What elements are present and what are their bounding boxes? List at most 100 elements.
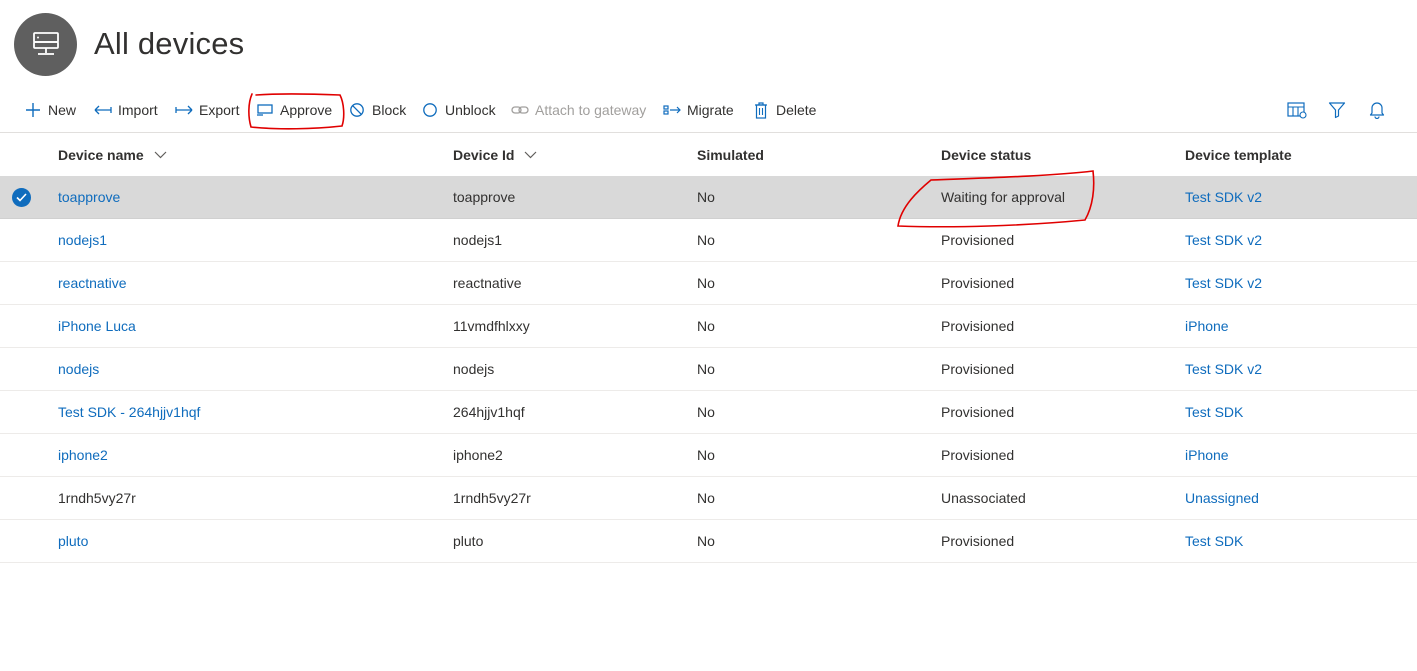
simulated-value: No xyxy=(697,318,715,334)
column-header-label: Device name xyxy=(58,146,144,163)
device-status: Waiting for approval xyxy=(941,189,1065,205)
approve-label: Approve xyxy=(280,102,333,118)
delete-button[interactable]: Delete xyxy=(752,92,816,128)
column-header-label: Simulated xyxy=(697,146,764,163)
filter-icon[interactable] xyxy=(1325,92,1349,128)
device-name-link[interactable]: pluto xyxy=(58,520,88,562)
delete-label: Delete xyxy=(776,102,817,118)
unblock-label: Unblock xyxy=(445,102,496,118)
device-name-link[interactable]: iphone2 xyxy=(58,434,108,476)
attach-to-gateway-button[interactable]: Attach to gateway xyxy=(511,92,646,128)
link-icon xyxy=(511,101,529,119)
column-header-device-id[interactable]: Device Id xyxy=(453,133,537,176)
attach-to-gateway-label: Attach to gateway xyxy=(535,102,647,118)
simulated-value: No xyxy=(697,361,715,377)
device-template-link[interactable]: Test SDK xyxy=(1185,520,1243,562)
device-id: nodejs xyxy=(453,361,495,377)
approve-button[interactable]: Approve xyxy=(256,92,332,128)
device-id: 264hjjv1hqf xyxy=(453,404,525,420)
import-button[interactable]: Import xyxy=(94,92,158,128)
device-name-link[interactable]: nodejs1 xyxy=(58,219,107,261)
device-status: Unassociated xyxy=(941,490,1026,506)
table-row[interactable]: nodejs1 nodejs1 No Provisioned Test SDK … xyxy=(0,219,1417,262)
import-label: Import xyxy=(118,102,158,118)
device-template-link[interactable]: Test SDK xyxy=(1185,391,1243,433)
approve-device-icon xyxy=(256,101,274,119)
device-name-link[interactable]: Test SDK - 264hjjv1hqf xyxy=(58,391,200,433)
migrate-button[interactable]: Migrate xyxy=(663,92,734,128)
device-template-link[interactable]: Test SDK v2 xyxy=(1185,262,1262,304)
bell-icon[interactable] xyxy=(1365,92,1389,128)
device-template-link[interactable]: iPhone xyxy=(1185,434,1229,476)
simulated-value: No xyxy=(697,490,715,506)
unblock-button[interactable]: Unblock xyxy=(421,92,496,128)
block-button[interactable]: Block xyxy=(348,92,406,128)
column-header-device-template[interactable]: Device template xyxy=(1185,133,1292,176)
column-header-label: Device template xyxy=(1185,146,1292,163)
device-id: iphone2 xyxy=(453,447,503,463)
column-header-label: Device status xyxy=(941,146,1032,163)
unblock-icon xyxy=(421,101,439,119)
column-header-device-name[interactable]: Device name xyxy=(58,133,167,176)
column-header-simulated[interactable]: Simulated xyxy=(697,133,764,176)
import-icon xyxy=(94,101,112,119)
table-row[interactable]: 1rndh5vy27r 1rndh5vy27r No Unassociated … xyxy=(0,477,1417,520)
command-bar: New Import Export Approve Block Unblock xyxy=(0,92,1417,128)
device-template-link[interactable]: Test SDK v2 xyxy=(1185,219,1262,261)
plus-icon xyxy=(24,101,42,119)
table-header: Device name Device Id Simulated Device s… xyxy=(0,133,1417,176)
device-name-link[interactable]: reactnative xyxy=(58,262,126,304)
migrate-icon xyxy=(663,101,681,119)
simulated-value: No xyxy=(697,189,715,205)
device-name-link[interactable]: iPhone Luca xyxy=(58,305,136,347)
device-id: nodejs1 xyxy=(453,232,503,248)
column-header-device-status[interactable]: Device status xyxy=(941,133,1031,176)
device-name-link[interactable]: toapprove xyxy=(58,176,120,218)
migrate-label: Migrate xyxy=(687,102,734,118)
device-template-link[interactable]: Test SDK v2 xyxy=(1185,348,1262,390)
table-row[interactable]: reactnative reactnative No Provisioned T… xyxy=(0,262,1417,305)
new-button[interactable]: New xyxy=(24,92,76,128)
export-button[interactable]: Export xyxy=(175,92,239,128)
device-id: 11vmdfhlxxy xyxy=(453,318,530,334)
table-row[interactable]: iphone2 iphone2 No Provisioned iPhone xyxy=(0,434,1417,477)
edit-columns-icon[interactable] xyxy=(1285,92,1309,128)
checkmark-icon[interactable] xyxy=(12,188,31,207)
table-row[interactable]: pluto pluto No Provisioned Test SDK xyxy=(0,520,1417,563)
simulated-value: No xyxy=(697,404,715,420)
chevron-down-icon xyxy=(524,151,537,159)
column-header-label: Device Id xyxy=(453,146,515,163)
chevron-down-icon xyxy=(154,151,167,159)
device-id: pluto xyxy=(453,533,484,549)
device-icon xyxy=(14,12,77,76)
simulated-value: No xyxy=(697,447,715,463)
device-id: reactnative xyxy=(453,275,522,291)
device-status: Provisioned xyxy=(941,361,1015,377)
new-label: New xyxy=(48,102,77,118)
block-icon xyxy=(348,101,366,119)
table-row[interactable]: Test SDK - 264hjjv1hqf 264hjjv1hqf No Pr… xyxy=(0,391,1417,434)
device-id: toapprove xyxy=(453,189,516,205)
simulated-value: No xyxy=(697,275,715,291)
trash-icon xyxy=(752,101,770,119)
page-header: All devices xyxy=(14,12,245,76)
table-row[interactable]: nodejs nodejs No Provisioned Test SDK v2 xyxy=(0,348,1417,391)
block-label: Block xyxy=(372,102,407,118)
table-row[interactable]: iPhone Luca 11vmdfhlxxy No Provisioned i… xyxy=(0,305,1417,348)
device-status: Provisioned xyxy=(941,533,1015,549)
device-template-link[interactable]: Test SDK v2 xyxy=(1185,176,1262,218)
device-status: Provisioned xyxy=(941,275,1015,291)
device-template-link[interactable]: Unassigned xyxy=(1185,477,1259,519)
simulated-value: No xyxy=(697,533,715,549)
export-label: Export xyxy=(199,102,240,118)
device-template-link[interactable]: iPhone xyxy=(1185,305,1229,347)
device-status: Provisioned xyxy=(941,232,1015,248)
device-name: 1rndh5vy27r xyxy=(58,490,136,506)
device-status: Provisioned xyxy=(941,318,1015,334)
device-status: Provisioned xyxy=(941,447,1015,463)
device-name-link[interactable]: nodejs xyxy=(58,348,99,390)
table-row[interactable]: toapprove toapprove No Waiting for appro… xyxy=(0,176,1417,219)
page-title: All devices xyxy=(94,26,245,61)
device-id: 1rndh5vy27r xyxy=(453,490,531,506)
export-icon xyxy=(175,101,193,119)
